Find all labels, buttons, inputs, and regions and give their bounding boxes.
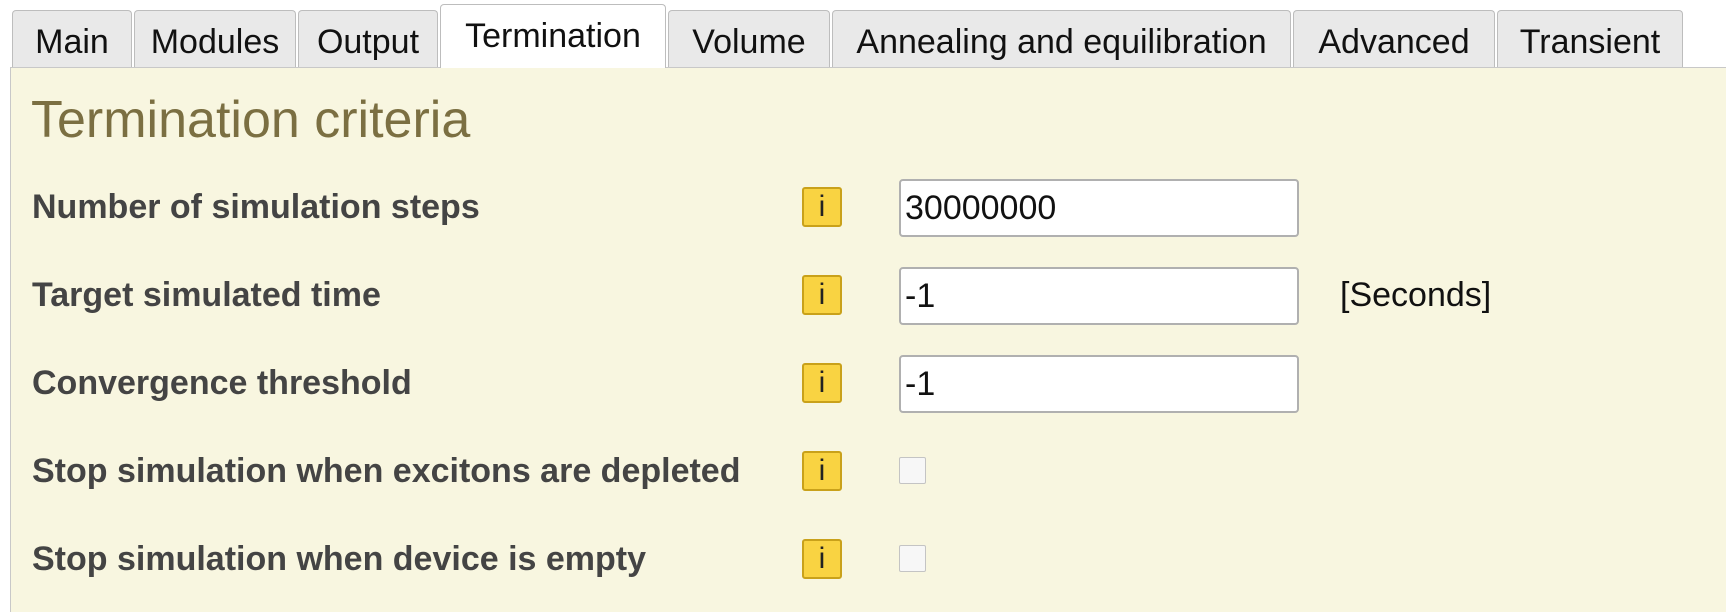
stop-excitons-depleted-label: Stop simulation when excitons are deplet… [32, 452, 741, 490]
tab-volume[interactable]: Volume [668, 10, 830, 68]
stop-device-empty-checkbox[interactable] [899, 545, 926, 572]
info-icon[interactable]: i [802, 451, 842, 491]
target-simulated-time-label: Target simulated time [32, 276, 381, 314]
tab-modules[interactable]: Modules [134, 10, 296, 68]
convergence-threshold-input[interactable] [899, 355, 1299, 413]
convergence-threshold-label: Convergence threshold [32, 364, 412, 402]
tab-annealing-and-equilibration[interactable]: Annealing and equilibration [832, 10, 1291, 68]
tab-termination[interactable]: Termination [440, 4, 666, 68]
info-icon[interactable]: i [802, 363, 842, 403]
stop-excitons-depleted-checkbox[interactable] [899, 457, 926, 484]
info-icon[interactable]: i [802, 539, 842, 579]
tab-transient[interactable]: Transient [1497, 10, 1683, 68]
simulation-steps-label: Number of simulation steps [32, 188, 480, 226]
row-simulation-steps: Number of simulation steps i [11, 177, 1711, 237]
simulation-steps-input[interactable] [899, 179, 1299, 237]
info-icon[interactable]: i [802, 187, 842, 227]
tab-bar: Main Modules Output Termination Volume A… [12, 0, 1685, 68]
row-target-simulated-time: Target simulated time i [Seconds] [11, 265, 1711, 325]
row-stop-excitons-depleted: Stop simulation when excitons are deplet… [11, 441, 1711, 501]
termination-panel: Termination criteria Number of simulatio… [10, 67, 1726, 612]
target-simulated-time-input[interactable] [899, 267, 1299, 325]
tab-output[interactable]: Output [298, 10, 438, 68]
stop-device-empty-label: Stop simulation when device is empty [32, 540, 647, 578]
seconds-unit-label: [Seconds] [1340, 276, 1492, 314]
info-icon[interactable]: i [802, 275, 842, 315]
row-convergence-threshold: Convergence threshold i [11, 353, 1711, 413]
tab-main[interactable]: Main [12, 10, 132, 68]
row-stop-device-empty: Stop simulation when device is empty i [11, 529, 1711, 589]
tab-advanced[interactable]: Advanced [1293, 10, 1495, 68]
section-title: Termination criteria [31, 91, 471, 149]
